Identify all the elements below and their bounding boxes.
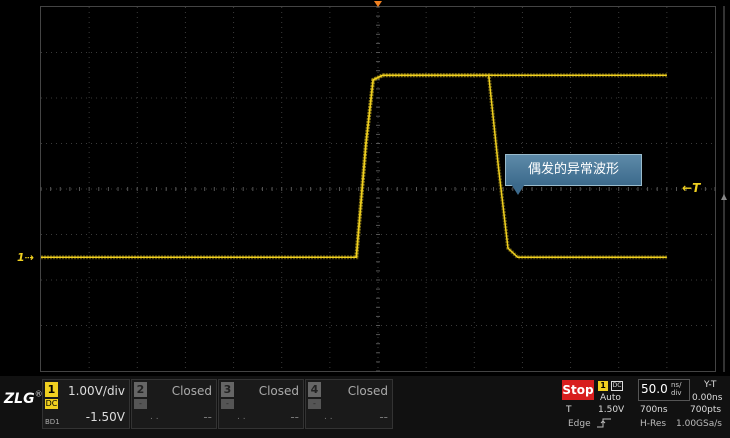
trigger-level-value[interactable]: 1.50V [598, 405, 624, 415]
time-window: 700ns [640, 405, 668, 415]
channel-2-offset: -- [203, 410, 212, 424]
channel-1-marker-label: 1 [17, 251, 25, 264]
trigger-mode[interactable]: Auto [600, 393, 621, 403]
run-stop-button[interactable]: Stop [562, 380, 594, 400]
trigger-marker-label: T [692, 181, 701, 195]
channel-2-scale: Closed [171, 384, 212, 398]
timebase-value: 50.0 [641, 382, 668, 396]
right-scroll-handle[interactable] [720, 6, 728, 372]
trigger-source-badge: 1 [598, 381, 608, 391]
channel-2-bandwidth: . . [150, 412, 159, 422]
waveform-plot[interactable] [0, 0, 730, 376]
brand-logo: ZLG® [4, 388, 43, 418]
anomaly-callout-pointer [511, 184, 525, 195]
channel-4-panel[interactable]: 4 - . . Closed -- [305, 379, 393, 429]
oscilloscope-screen: 1⇢ ←T 偶发的异常波形 [0, 0, 730, 438]
channel-3-scale: Closed [258, 384, 299, 398]
channel-1-offset: -1.50V [85, 410, 125, 424]
channel-4-scale: Closed [347, 384, 388, 398]
channel-4-number: 4 [308, 382, 321, 397]
logo-text: ZLG [4, 391, 35, 407]
trigger-coupling-icon: DC [611, 381, 623, 391]
channel-3-coupling-icon: - [221, 399, 234, 409]
channel-1-bandwidth: BD1 [45, 418, 60, 426]
channel-3-bandwidth: . . [237, 412, 246, 422]
channel-4-bandwidth: . . [324, 412, 333, 422]
horizontal-delay[interactable]: 0.00ns [692, 393, 722, 403]
record-length: 700pts [690, 405, 722, 415]
anomaly-callout: 偶发的异常波形 [505, 154, 642, 186]
channel-3-offset: -- [290, 410, 299, 424]
sample-rate: 1.00GSa/s [676, 419, 722, 429]
channel-3-number: 3 [221, 382, 234, 397]
channel-1-scale: 1.00V/div [67, 384, 125, 398]
trigger-level-marker[interactable]: ←T [682, 181, 700, 195]
channel-1-number: 1 [45, 382, 58, 397]
acquisition-mode[interactable]: H-Res [640, 419, 666, 429]
rising-edge-icon [597, 418, 611, 428]
timebase-control[interactable]: 50.0 ns/div [638, 379, 690, 401]
display-mode[interactable]: Y-T [704, 380, 716, 390]
trigger-type[interactable]: Edge [568, 419, 591, 429]
trigger-position-marker [374, 1, 382, 7]
channel-4-coupling-icon: - [308, 399, 321, 409]
channel-2-number: 2 [134, 382, 147, 397]
chevron-up-icon [721, 194, 727, 200]
trigger-level-label: T [566, 405, 572, 415]
channel-2-coupling-icon: - [134, 399, 147, 409]
channel-1-coupling-icon: DC [45, 399, 58, 409]
channel-1-level-marker[interactable]: 1⇢ [17, 251, 34, 264]
channel-4-offset: -- [379, 410, 388, 424]
channel-2-panel[interactable]: 2 - . . Closed -- [131, 379, 217, 429]
timebase-unit: ns/div [671, 381, 682, 397]
channel-1-panel[interactable]: 1 DC BD1 1.00V/div -1.50V [42, 379, 130, 429]
channel-3-panel[interactable]: 3 - . . Closed -- [218, 379, 304, 429]
